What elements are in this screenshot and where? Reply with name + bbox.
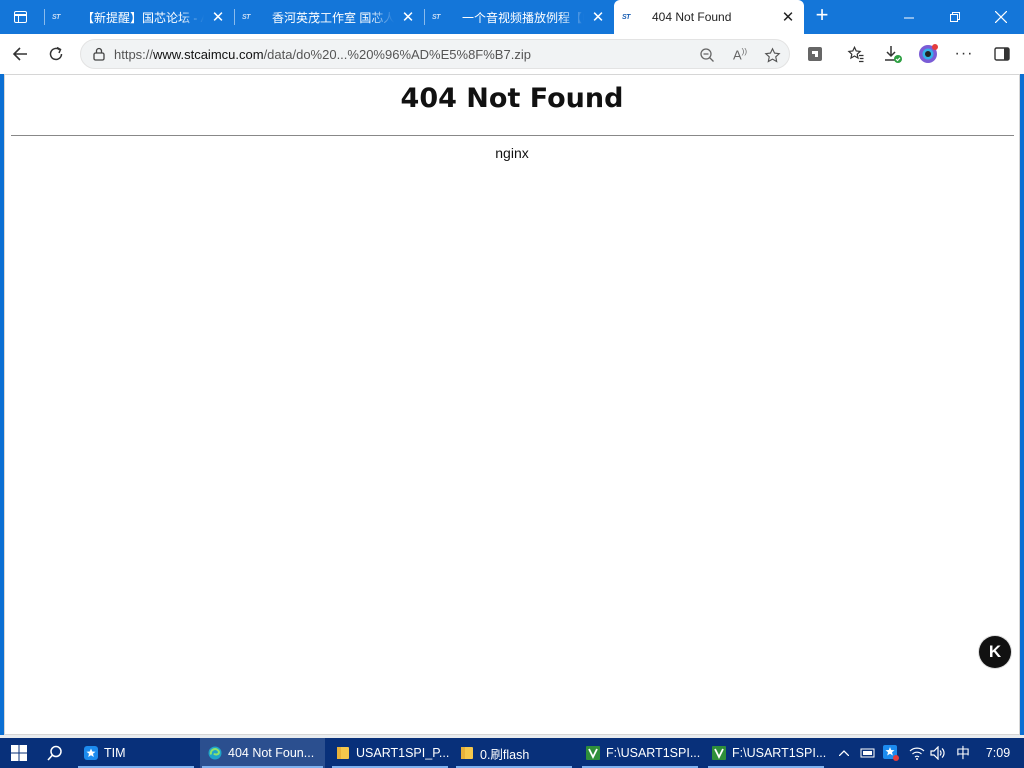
taskbar-app-label: 404 Not Foun... xyxy=(228,746,315,760)
close-tab-icon[interactable]: ✕ xyxy=(400,9,416,26)
extension-button[interactable] xyxy=(801,40,829,68)
browser-toolbar: https://www.stcaimcu.com/data/do%20...%2… xyxy=(0,34,1024,74)
favorites-list-icon xyxy=(847,45,864,63)
speaker-icon xyxy=(930,746,945,760)
clock[interactable]: 7:09 xyxy=(978,738,1018,768)
tab-separator xyxy=(44,9,45,25)
site-favicon-icon: ST xyxy=(242,13,250,21)
windows-logo-icon xyxy=(11,745,27,761)
back-arrow-icon xyxy=(12,47,27,61)
copilot-button[interactable] xyxy=(914,40,942,68)
ime-indicator[interactable]: 中 xyxy=(952,738,974,768)
minimize-button[interactable] xyxy=(886,0,932,34)
tab-av-example[interactable]: ST 一个音视频播放例程【U ✕ xyxy=(424,0,614,34)
tab-separator xyxy=(234,9,235,25)
taskbar-app-folder-flash[interactable]: 0.刷flash xyxy=(454,738,574,768)
close-tab-icon[interactable]: ✕ xyxy=(780,9,796,26)
site-info-lock-icon[interactable] xyxy=(91,46,107,62)
taskbar-app-label: USART1SPI_P... xyxy=(356,746,450,760)
close-window-button[interactable] xyxy=(978,0,1024,34)
tab-404-active[interactable]: ST 404 Not Found ✕ xyxy=(614,0,804,34)
site-favicon-icon: ST xyxy=(622,13,630,21)
tray-app-button[interactable] xyxy=(880,738,902,768)
sidebar-icon xyxy=(994,47,1010,61)
show-hidden-icons-button[interactable] xyxy=(834,738,854,768)
tab-actions-icon xyxy=(13,11,27,23)
tab-strip: ST 【新提醒】国芯论坛 - AI ✕ ST 香河英茂工作室 国芯人工 ✕ ST… xyxy=(0,0,1024,34)
close-tab-icon[interactable]: ✕ xyxy=(210,9,226,26)
settings-more-button[interactable]: ··· xyxy=(950,40,978,68)
favorites-button[interactable] xyxy=(842,40,870,68)
taskbar-app-keil-1[interactable]: F:\USART1SPI... xyxy=(580,738,700,768)
extension-icon xyxy=(808,47,822,61)
search-icon xyxy=(47,745,62,761)
taskbar-app-tim[interactable]: TIM xyxy=(76,738,196,768)
server-name: nginx xyxy=(495,145,529,161)
tab-title: 404 Not Found xyxy=(652,10,732,24)
keil-uvision-icon xyxy=(586,746,600,760)
start-button[interactable] xyxy=(0,738,38,768)
tray-device-button[interactable] xyxy=(857,738,879,768)
taskbar-app-label: 0.刷flash xyxy=(480,747,530,762)
floating-k-button[interactable]: K xyxy=(979,636,1011,668)
favorite-star-button[interactable] xyxy=(761,44,783,66)
site-favicon-icon: ST xyxy=(432,13,440,21)
back-button[interactable] xyxy=(6,40,34,68)
network-button[interactable] xyxy=(906,738,928,768)
refresh-button[interactable] xyxy=(42,40,70,68)
taskbar-app-folder-usart[interactable]: USART1SPI_P... xyxy=(330,738,450,768)
tab-studio[interactable]: ST 香河英茂工作室 国芯人工 ✕ xyxy=(234,0,424,34)
folder-icon xyxy=(337,747,349,759)
battery-device-icon xyxy=(860,748,875,758)
edge-browser-icon xyxy=(208,746,222,760)
close-window-icon xyxy=(995,11,1007,23)
tab-separator xyxy=(424,9,425,25)
tab-actions-button[interactable] xyxy=(8,6,32,28)
tab-title: 【新提醒】国芯论坛 - AI xyxy=(82,10,204,25)
error-heading: 404 Not Found xyxy=(400,83,624,114)
star-icon xyxy=(763,46,781,63)
zoom-icon xyxy=(700,48,714,62)
url-host: www.stcaimcu.com xyxy=(153,47,264,62)
read-aloud-button[interactable]: A)) xyxy=(729,44,751,66)
url-text[interactable]: https://www.stcaimcu.com/data/do%20...%2… xyxy=(114,47,531,62)
taskbar: TIM 404 Not Foun... USART1SPI_P... 0.刷fl… xyxy=(0,738,1024,768)
copilot-icon xyxy=(919,44,938,63)
close-tab-icon[interactable]: ✕ xyxy=(590,9,606,26)
zoom-out-button[interactable] xyxy=(696,44,718,66)
read-aloud-icon: A)) xyxy=(733,47,747,63)
sidebar-toggle-button[interactable] xyxy=(988,40,1016,68)
url-scheme: https:// xyxy=(114,47,154,62)
tray-app-icon xyxy=(883,745,899,761)
more-dots-icon: ··· xyxy=(954,45,974,62)
wifi-icon xyxy=(909,747,925,760)
downloads-button[interactable] xyxy=(879,40,907,68)
tab-title: 香河英茂工作室 国芯人工 xyxy=(272,10,394,25)
taskbar-app-edge[interactable]: 404 Not Foun... xyxy=(200,738,325,768)
site-favicon-icon: ST xyxy=(52,13,60,21)
taskbar-app-label: TIM xyxy=(104,746,126,760)
taskbar-app-label: F:\USART1SPI... xyxy=(732,746,826,760)
restore-button[interactable] xyxy=(932,0,978,34)
page-viewport: 404 Not Found nginx K xyxy=(4,74,1020,735)
folder-icon xyxy=(461,747,473,759)
taskbar-app-label: F:\USART1SPI... xyxy=(606,746,700,760)
volume-button[interactable] xyxy=(928,738,948,768)
url-path: /data/do%20...%20%96%AD%E5%8F%B7.zip xyxy=(263,47,531,62)
minimize-icon xyxy=(903,17,914,18)
taskbar-app-keil-2[interactable]: F:\USART1SPI... xyxy=(706,738,826,768)
download-icon xyxy=(885,46,902,63)
address-bar[interactable]: https://www.stcaimcu.com/data/do%20...%2… xyxy=(80,39,790,69)
tab-title: 一个音视频播放例程【U xyxy=(462,10,584,25)
search-button[interactable] xyxy=(40,738,70,768)
chevron-up-icon xyxy=(839,750,849,756)
divider xyxy=(11,135,1014,136)
refresh-icon xyxy=(49,46,63,61)
new-tab-button[interactable]: + xyxy=(812,4,832,26)
tim-app-icon xyxy=(84,746,98,760)
keil-uvision-icon xyxy=(712,746,726,760)
tab-guoxin-forum[interactable]: ST 【新提醒】国芯论坛 - AI ✕ xyxy=(44,0,234,34)
restore-icon xyxy=(949,11,960,22)
